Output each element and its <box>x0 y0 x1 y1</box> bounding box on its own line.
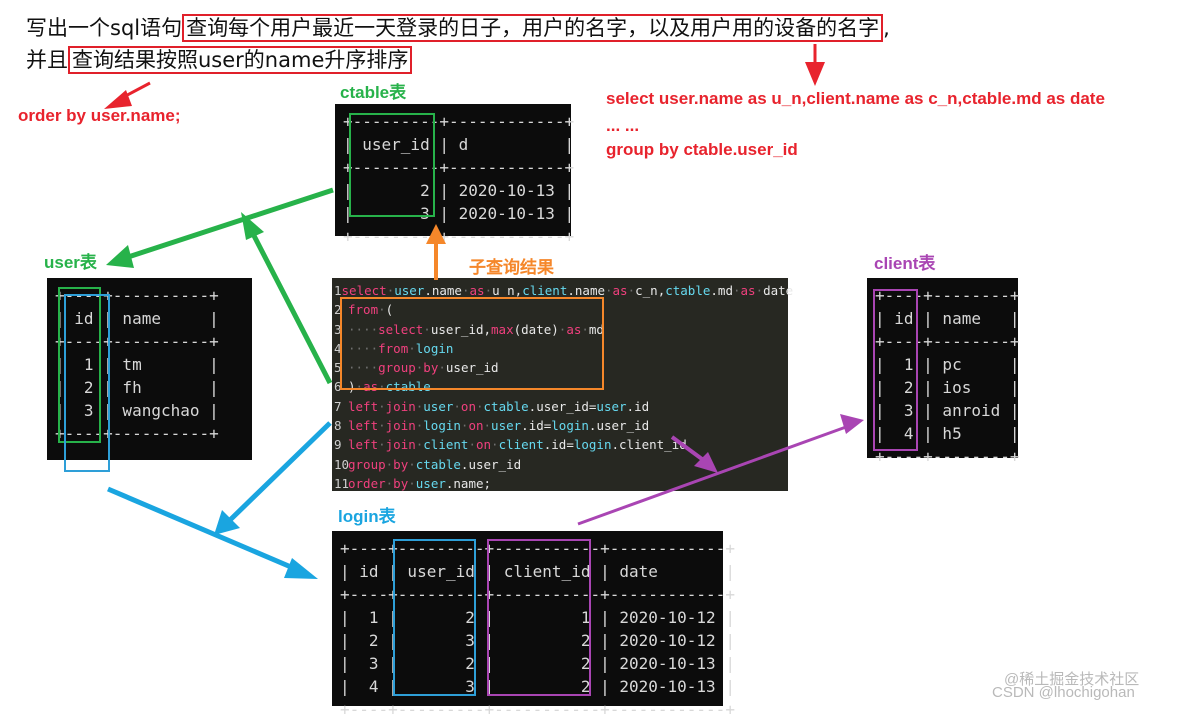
purple-arrow-to-client-line <box>577 425 847 526</box>
blue-arrow-to-user-line <box>226 421 332 524</box>
orange-arrow-head <box>426 224 446 244</box>
red-arrow-left-head <box>104 90 132 109</box>
red-arrow-down-head <box>805 62 825 86</box>
purple-arrow-to-client-head <box>840 414 864 434</box>
blue-arrow-to-login-head <box>284 558 318 579</box>
blue-arrow-to-login-line <box>107 486 299 573</box>
green-arrow-to-user-head <box>106 245 134 268</box>
arrow-layer <box>104 44 864 579</box>
purple-arrow-down-line <box>670 435 708 464</box>
green-arrow-up-line <box>247 226 333 385</box>
green-arrow-to-user-line <box>124 187 334 261</box>
